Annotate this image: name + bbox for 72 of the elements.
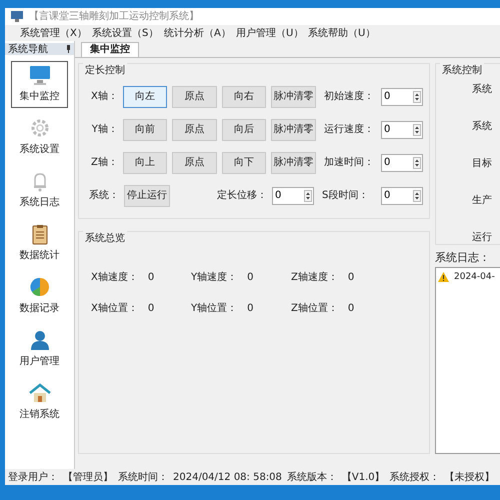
pin-icon (66, 45, 71, 53)
field-label: 定长位移： (217, 188, 267, 203)
axis-button[interactable]: 向后 (222, 118, 266, 140)
axis-button[interactable]: 脉冲清零 (271, 118, 316, 140)
axis-button[interactable]: 停止运行 (124, 184, 170, 206)
sidebar-item[interactable]: 集中监控 (11, 61, 68, 108)
field-label: 系统 (472, 120, 493, 134)
sidebar-item[interactable]: 注销系统 (11, 379, 68, 426)
field-label: 初始速度： (324, 90, 375, 104)
axis-button[interactable]: 向右 (222, 86, 266, 108)
stat-label: X轴速度： (91, 270, 138, 285)
status-text: 系统版本： (286, 470, 337, 484)
menu-item[interactable]: 系统设置（S） (92, 26, 164, 40)
axis-button[interactable]: 向前 (122, 118, 168, 140)
axis-button[interactable]: 原点 (172, 152, 217, 174)
stat-label: Z轴速度： (291, 270, 338, 285)
status-text: 系统时间： (118, 470, 168, 484)
field-label: 运行速度： (324, 122, 375, 137)
axis-button[interactable]: 脉冲清零 (271, 86, 316, 108)
axis-button[interactable]: 脉冲清零 (271, 152, 316, 174)
stat-value: 0 (148, 302, 154, 316)
status-text: 2024/04/12 08: 58:08 (173, 470, 282, 484)
axis-button[interactable]: 原点 (172, 118, 217, 140)
tab[interactable]: 集中监控 (81, 42, 139, 57)
field-label: 生产 (472, 194, 493, 208)
stat-value: 0 (247, 271, 254, 285)
axis-label: Y轴： (90, 122, 118, 137)
axis-button[interactable]: 向上 (122, 152, 168, 174)
status-text: 登录用户： (8, 470, 58, 484)
menu-item[interactable]: 用户管理（U） (236, 26, 308, 40)
field-label: 加速时间： (324, 156, 375, 170)
log-entry: 2024-04- (454, 270, 495, 284)
log-title: 系统日志： (435, 250, 491, 266)
field-label: S段时间： (322, 188, 370, 203)
axis-button[interactable]: 向左 (122, 86, 168, 108)
axis-button[interactable]: 向下 (222, 152, 266, 174)
sidebar-item[interactable]: 系统日志 (11, 167, 68, 214)
sidebar-item[interactable]: 系统设置 (11, 114, 68, 161)
axis-button[interactable]: 原点 (172, 86, 217, 108)
axis-label: Z轴： (90, 156, 118, 170)
sidebar-item[interactable]: 数据记录 (11, 273, 68, 320)
user-icon (28, 330, 50, 351)
stat-value: 0 (247, 302, 254, 316)
stat-label: Y轴位置： (191, 302, 238, 316)
field-label: 目标 (472, 156, 493, 171)
window-title: 【言课堂三轴雕刻加工运动控制系统】 (29, 10, 199, 24)
gear-icon (28, 118, 50, 139)
stat-label: Y轴速度： (191, 270, 238, 285)
pie-chart-icon (28, 277, 50, 298)
axis-label: X轴： (90, 90, 118, 104)
stat-value: 0 (348, 271, 354, 285)
status-text: 系统授权： (390, 470, 440, 484)
menu-item[interactable]: 系统管理（X） (20, 26, 92, 40)
stat-value: 0 (348, 302, 354, 316)
sidebar-item[interactable]: 数据统计 (11, 220, 68, 267)
field-label: 运行 (472, 230, 493, 245)
monitor-icon (11, 11, 23, 22)
monitor-icon (28, 65, 50, 86)
status-text: 【管理员】 (63, 470, 113, 484)
warning-icon (438, 272, 449, 282)
axis-label: 系统： (88, 188, 119, 203)
stat-value: 0 (148, 271, 154, 285)
menu-item[interactable]: 统计分析（A） (164, 26, 236, 40)
sidebar-item[interactable]: 用户管理 (11, 326, 68, 373)
sidebar-title: 系统导航 (8, 42, 48, 56)
field-label: 系统 (472, 82, 493, 97)
status-text: 【V1.0】 (342, 470, 385, 484)
stat-label: Z轴位置： (291, 302, 338, 316)
menu-item[interactable]: 系统帮助（U） (308, 26, 380, 40)
status-text: 【未授权】 (444, 470, 495, 484)
stat-label: X轴位置： (91, 302, 138, 316)
home-icon (28, 383, 50, 404)
